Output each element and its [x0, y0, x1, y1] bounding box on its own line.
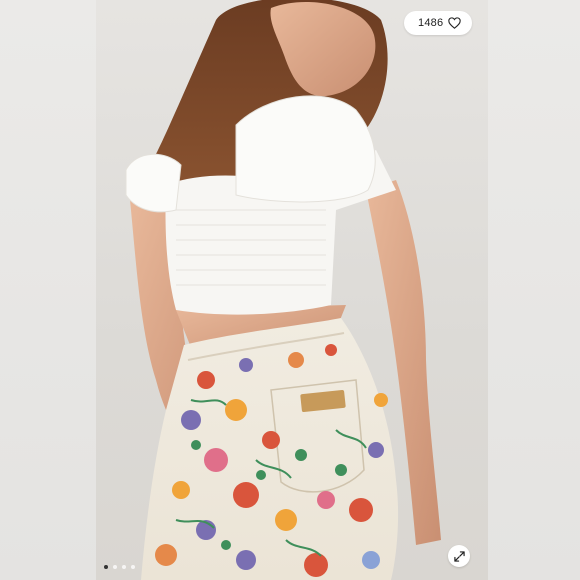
expand-arrows-icon	[453, 550, 465, 562]
product-photo[interactable]	[96, 0, 488, 580]
listing-image-viewer: 1486	[0, 0, 580, 580]
product-photo-illustration	[125, 0, 441, 580]
gallery-pagination	[104, 565, 135, 569]
like-button[interactable]: 1486	[404, 11, 473, 35]
expand-image-button[interactable]	[448, 545, 470, 567]
gallery-dot-1[interactable]	[104, 565, 108, 569]
left-backdrop	[0, 0, 96, 580]
gallery-dot-3[interactable]	[122, 565, 126, 569]
right-backdrop	[488, 0, 580, 580]
heart-outline-icon	[448, 17, 462, 29]
gallery-dot-4[interactable]	[131, 565, 135, 569]
gallery-dot-2[interactable]	[113, 565, 117, 569]
like-count: 1486	[418, 17, 444, 29]
